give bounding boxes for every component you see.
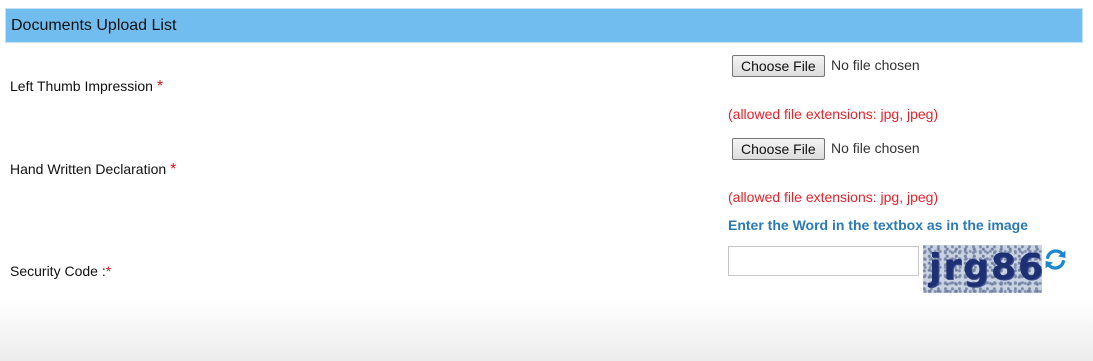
security-code-label-text: Security Code : — [10, 263, 106, 279]
declaration-file-status: No file chosen — [831, 140, 920, 156]
security-code-label: Security Code :* — [10, 263, 111, 279]
section-header: Documents Upload List — [5, 8, 1083, 43]
declaration-choose-file-button[interactable]: Choose File — [732, 138, 825, 160]
declaration-file-input[interactable]: Choose File No file chosen — [732, 138, 952, 160]
thumb-file-input[interactable]: Choose File No file chosen — [732, 55, 952, 77]
declaration-label: Hand Written Declaration * — [10, 161, 176, 179]
security-code-input[interactable] — [728, 246, 919, 276]
captcha-instruction: Enter the Word in the textbox as in the … — [728, 217, 1029, 233]
section-title: Documents Upload List — [11, 17, 177, 34]
thumb-impression-label: Left Thumb Impression * — [10, 78, 163, 96]
required-marker: * — [156, 78, 164, 95]
declaration-allowed-extensions: (allowed file extensions: jpg, jpeg) — [728, 189, 939, 205]
thumb-file-status: No file chosen — [831, 57, 920, 73]
declaration-label-text: Hand Written Declaration — [10, 161, 167, 177]
refresh-icon[interactable] — [1043, 247, 1068, 272]
required-marker: * — [170, 161, 177, 178]
page-bottom-area — [0, 300, 1093, 361]
captcha-text: jrg86 — [929, 247, 1042, 288]
thumb-choose-file-button[interactable]: Choose File — [732, 55, 825, 77]
thumb-allowed-extensions: (allowed file extensions: jpg, jpeg) — [728, 106, 939, 122]
required-marker: * — [105, 263, 112, 279]
captcha-image: jrg86 — [923, 245, 1042, 293]
thumb-impression-label-text: Left Thumb Impression — [10, 78, 153, 94]
